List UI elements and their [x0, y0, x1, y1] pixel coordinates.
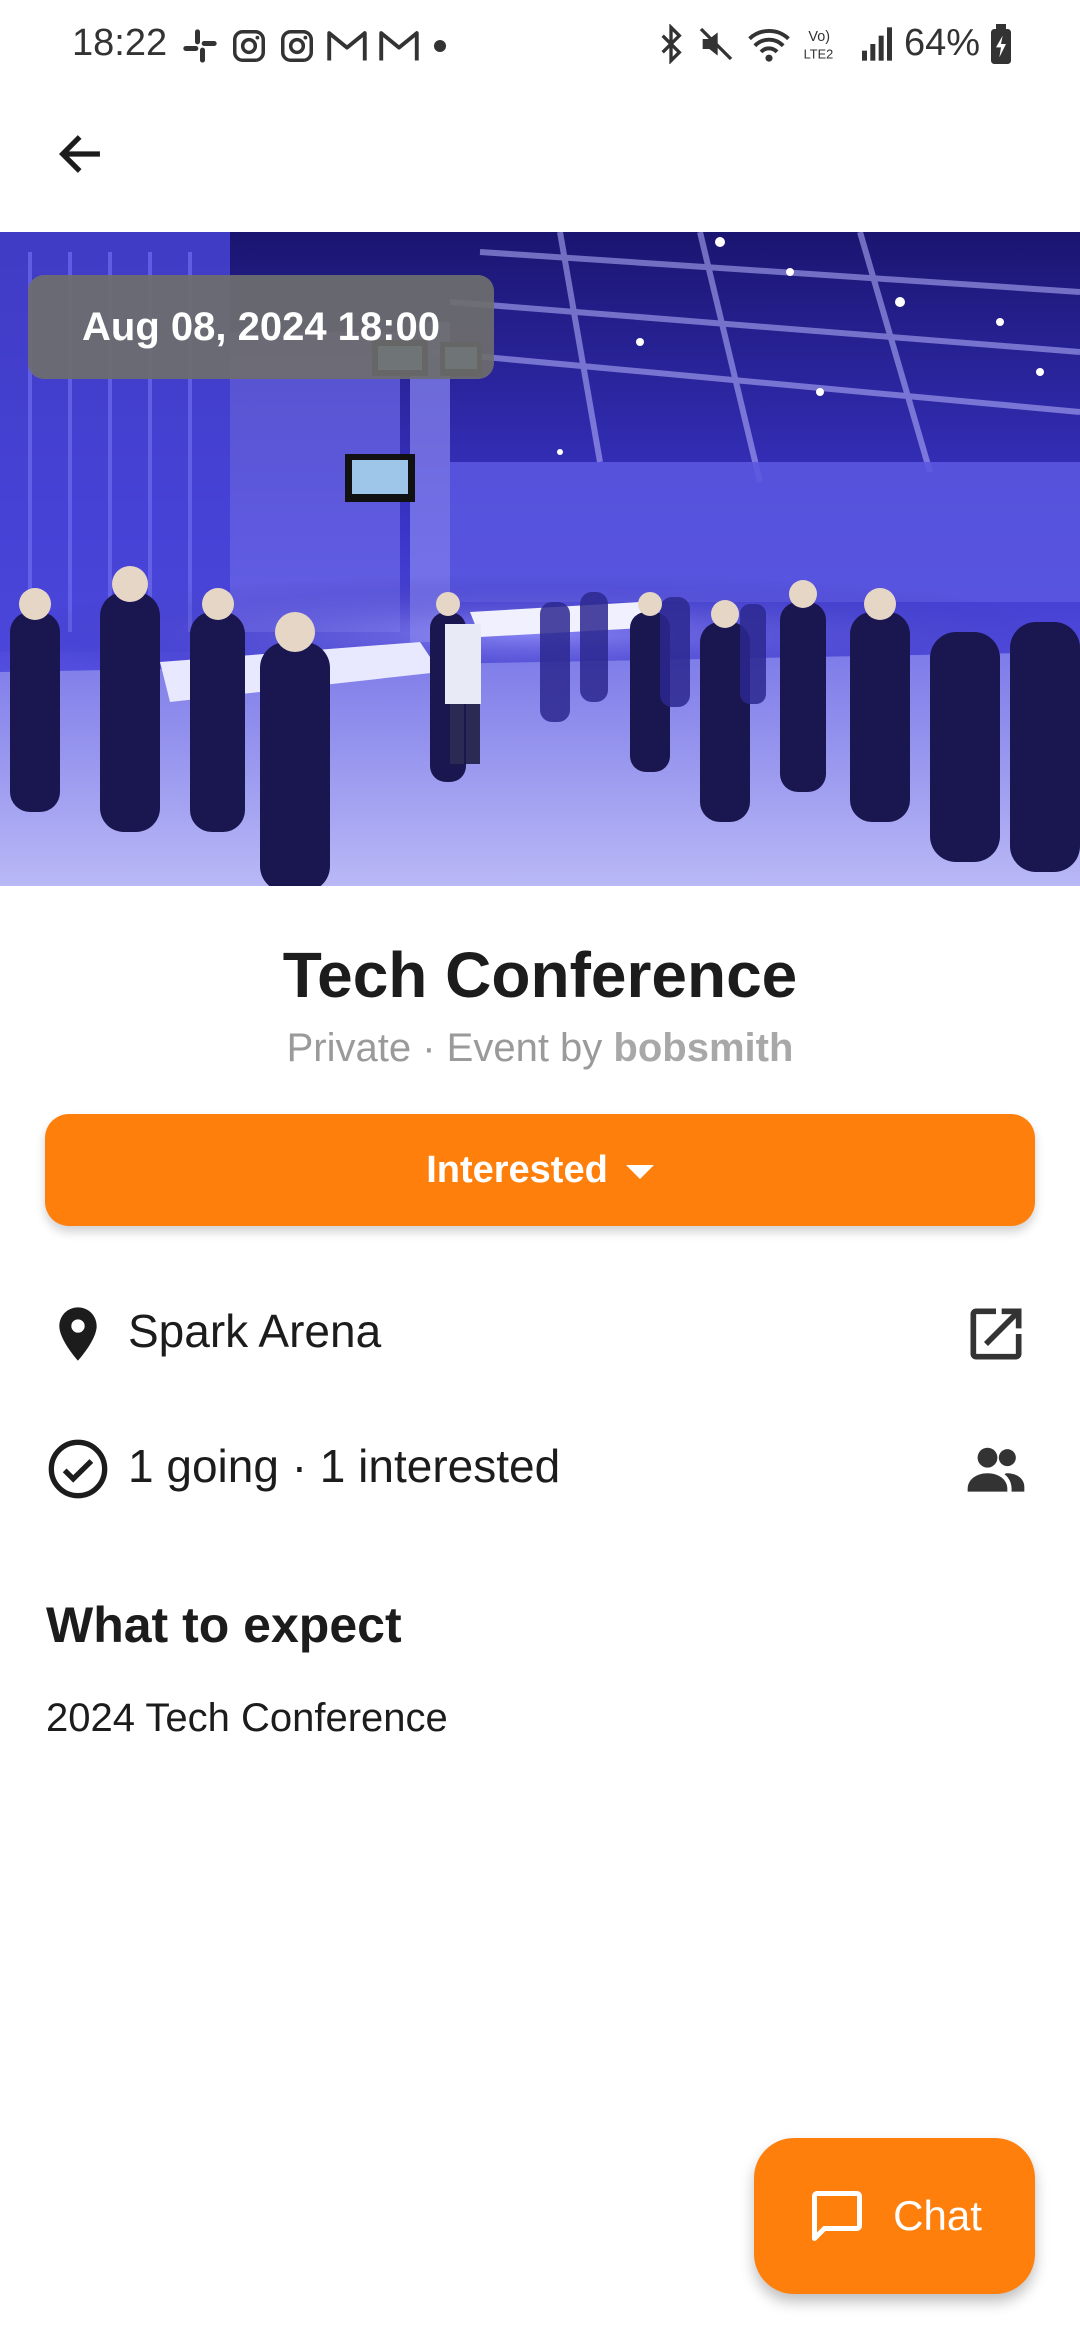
gmail-icon — [327, 31, 367, 61]
arrow-back-icon — [58, 135, 100, 173]
event-subtitle: Private · Event by bobsmith — [0, 1026, 1080, 1071]
chat-bubble-icon — [812, 2191, 863, 2241]
mute-icon — [699, 27, 733, 60]
event-host[interactable]: bobsmith — [613, 1026, 793, 1070]
svg-text:Vo): Vo) — [808, 28, 830, 44]
status-bar: 18:22 Vo) LTE2 64% — [0, 0, 1080, 96]
event-visibility: Private — [286, 1026, 412, 1070]
battery-icon — [991, 23, 1011, 64]
rsvp-interested-button[interactable]: Interested — [45, 1114, 1035, 1226]
rsvp-label: Interested — [426, 1148, 608, 1191]
caret-down-icon — [625, 1165, 654, 1179]
dot-icon — [434, 40, 446, 52]
subtitle-separator: · — [411, 1026, 447, 1070]
status-time: 18:22 — [72, 22, 168, 64]
volte-icon: Vo) LTE2 — [804, 28, 834, 61]
system-icons: Vo) LTE2 64% — [656, 22, 1012, 65]
bluetooth-icon — [661, 23, 682, 64]
check-circle-icon — [48, 1439, 108, 1499]
back-button[interactable] — [44, 118, 116, 190]
slack-icon — [183, 29, 217, 63]
instagram-icon — [233, 30, 265, 62]
location-pin-icon — [59, 1307, 97, 1361]
description-body: 2024 Tech Conference — [46, 1696, 448, 1740]
gmail-icon — [379, 31, 419, 61]
svg-text:LTE2: LTE2 — [804, 46, 834, 61]
event-date-chip: Aug 08, 2024 18:00 — [28, 275, 494, 379]
event-host-prefix: Event by — [446, 1026, 614, 1070]
location-row: Spark Arena — [0, 1278, 1080, 1388]
chat-button[interactable]: Chat — [754, 2138, 1035, 2294]
attendance-text: 1 going · 1 interested — [128, 1440, 561, 1492]
notification-icons — [180, 26, 450, 66]
instagram-icon — [281, 30, 313, 62]
signal-icon — [861, 26, 892, 61]
attendance-row: 1 going · 1 interested — [0, 1413, 1080, 1523]
people-icon[interactable] — [962, 1435, 1030, 1503]
wifi-icon — [748, 28, 790, 62]
chat-label: Chat — [893, 2192, 982, 2239]
event-title: Tech Conference — [282, 939, 798, 1011]
location-name: Spark Arena — [128, 1305, 382, 1357]
description-heading: What to expect — [46, 1597, 402, 1653]
open-in-new-icon[interactable] — [962, 1300, 1030, 1368]
battery-percent: 64% — [903, 22, 980, 64]
